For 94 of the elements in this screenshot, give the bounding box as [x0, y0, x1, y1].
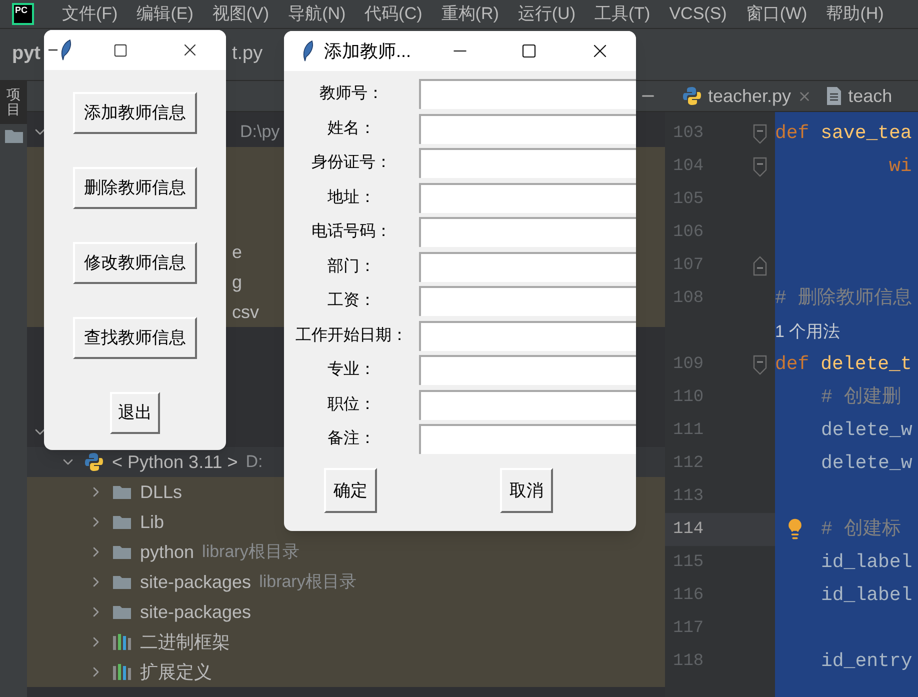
- code-line: id_label: [821, 583, 912, 608]
- code-line: # 删除教师信息: [775, 286, 912, 312]
- dialog-button[interactable]: 取消: [500, 468, 553, 513]
- code-line: # 创建标: [821, 517, 901, 542]
- tree-item-label[interactable]: site-packages: [140, 598, 252, 626]
- fold-marker-icon[interactable]: [753, 354, 767, 374]
- field-label: 部门：: [328, 256, 376, 276]
- tree-item-label[interactable]: e: [232, 238, 242, 266]
- menu-item[interactable]: 文件(F): [62, 1, 118, 27]
- code-line: delete_w: [821, 451, 912, 476]
- maximize-icon[interactable]: [521, 43, 537, 59]
- folder-icon: [112, 484, 132, 500]
- input-field[interactable]: [419, 148, 636, 178]
- project-name[interactable]: pyt: [12, 43, 40, 64]
- menu-item[interactable]: VCS(S): [669, 1, 727, 27]
- field-label: 电话号码：: [312, 222, 392, 242]
- window-title: 添加教师...: [324, 40, 412, 62]
- folder-icon: [4, 128, 24, 144]
- input-field[interactable]: [419, 424, 636, 454]
- python-icon: [84, 452, 104, 472]
- tree-item-label[interactable]: < Python 3.11 >: [112, 448, 238, 476]
- feather-icon: [302, 40, 314, 62]
- input-field[interactable]: [419, 286, 636, 316]
- tree-item-hint: library根目录: [202, 541, 300, 564]
- input-field[interactable]: [419, 79, 636, 109]
- field-label: 教师号：: [320, 84, 384, 104]
- app-logo[interactable]: PC: [12, 3, 34, 25]
- fold-marker-icon[interactable]: [753, 156, 767, 176]
- tool-window-tab[interactable]: 项目: [0, 81, 27, 124]
- input-field[interactable]: [419, 390, 636, 420]
- tree-item-hint: D:: [246, 451, 263, 474]
- menu-item[interactable]: 运行(U): [518, 1, 576, 27]
- field-label: 工资：: [328, 291, 376, 311]
- file-name[interactable]: t.py: [232, 40, 263, 69]
- file-icon: [826, 86, 842, 106]
- window-button[interactable]: 查找教师信息: [73, 317, 197, 359]
- library-icon: [112, 663, 132, 681]
- field-label: 姓名：: [328, 118, 376, 138]
- feather-icon: [60, 39, 72, 61]
- code-line: # 创建删: [821, 385, 901, 410]
- tree-item-label[interactable]: DLLs: [140, 478, 182, 506]
- menu-item[interactable]: 导航(N): [288, 1, 346, 27]
- code-line: delete_w: [821, 418, 912, 444]
- field-label: 专业：: [328, 360, 376, 380]
- field-label: 工作开始日期：: [296, 326, 408, 346]
- menu-item[interactable]: 帮助(H): [826, 1, 884, 27]
- menu-item[interactable]: 视图(V): [212, 1, 270, 27]
- field-label: 身份证号：: [312, 153, 392, 173]
- menu-item[interactable]: 重构(R): [441, 1, 499, 27]
- window-button[interactable]: 修改教师信息: [73, 242, 197, 284]
- field-label: 地址：: [328, 188, 376, 208]
- menu-item[interactable]: 代码(C): [364, 1, 422, 27]
- tree-item-label[interactable]: g: [232, 268, 242, 296]
- library-icon: [112, 633, 132, 651]
- tree-item-label[interactable]: Lib: [140, 508, 164, 536]
- tree-item-hint: D:\py: [240, 121, 280, 144]
- window-button[interactable]: 添加教师信息: [73, 92, 197, 134]
- code-line: wi: [889, 154, 912, 180]
- menu-item[interactable]: 工具(T): [594, 1, 650, 27]
- menu-item[interactable]: 窗口(W): [746, 1, 808, 27]
- tree-item-hint: library根目录: [259, 571, 356, 594]
- input-field[interactable]: [419, 252, 636, 282]
- code-line: id_entry: [821, 649, 912, 674]
- tree-item-label[interactable]: csv: [232, 298, 259, 326]
- field-label: 职位：: [328, 394, 376, 414]
- editor-tab[interactable]: teach: [826, 81, 892, 111]
- code-line: id_label: [821, 550, 912, 576]
- code-line: def delete_t: [775, 352, 912, 378]
- window-button[interactable]: 退出: [110, 392, 160, 434]
- input-field[interactable]: [419, 217, 636, 247]
- python-icon: [682, 86, 702, 106]
- folder-icon: [112, 544, 132, 560]
- input-field[interactable]: [419, 320, 636, 350]
- fold-marker-icon[interactable]: [753, 124, 767, 144]
- tree-item-label[interactable]: 二进制框架: [140, 628, 230, 656]
- tree-item-label[interactable]: 扩展定义: [140, 658, 212, 686]
- menu-item[interactable]: 编辑(E): [136, 1, 194, 27]
- input-field[interactable]: [419, 114, 636, 144]
- code-line: def save_tea: [775, 121, 912, 146]
- field-label: 备注：: [328, 428, 376, 449]
- tree-item-label[interactable]: site-packages: [140, 568, 252, 596]
- usage-hint[interactable]: 1 个用法: [775, 318, 840, 344]
- folder-icon: [112, 604, 132, 620]
- window-button[interactable]: 删除教师信息: [73, 167, 197, 209]
- editor-tab[interactable]: teacher.py: [682, 81, 812, 111]
- tree-item-label[interactable]: python: [140, 538, 194, 566]
- line-number: 114: [673, 518, 705, 541]
- input-field[interactable]: [419, 355, 636, 385]
- maximize-icon[interactable]: [113, 42, 128, 58]
- folder-icon: [112, 574, 132, 590]
- dialog-button[interactable]: 确定: [324, 468, 377, 513]
- fold-marker-icon[interactable]: [753, 256, 767, 276]
- folder-icon: [112, 514, 132, 530]
- input-field[interactable]: [419, 182, 636, 212]
